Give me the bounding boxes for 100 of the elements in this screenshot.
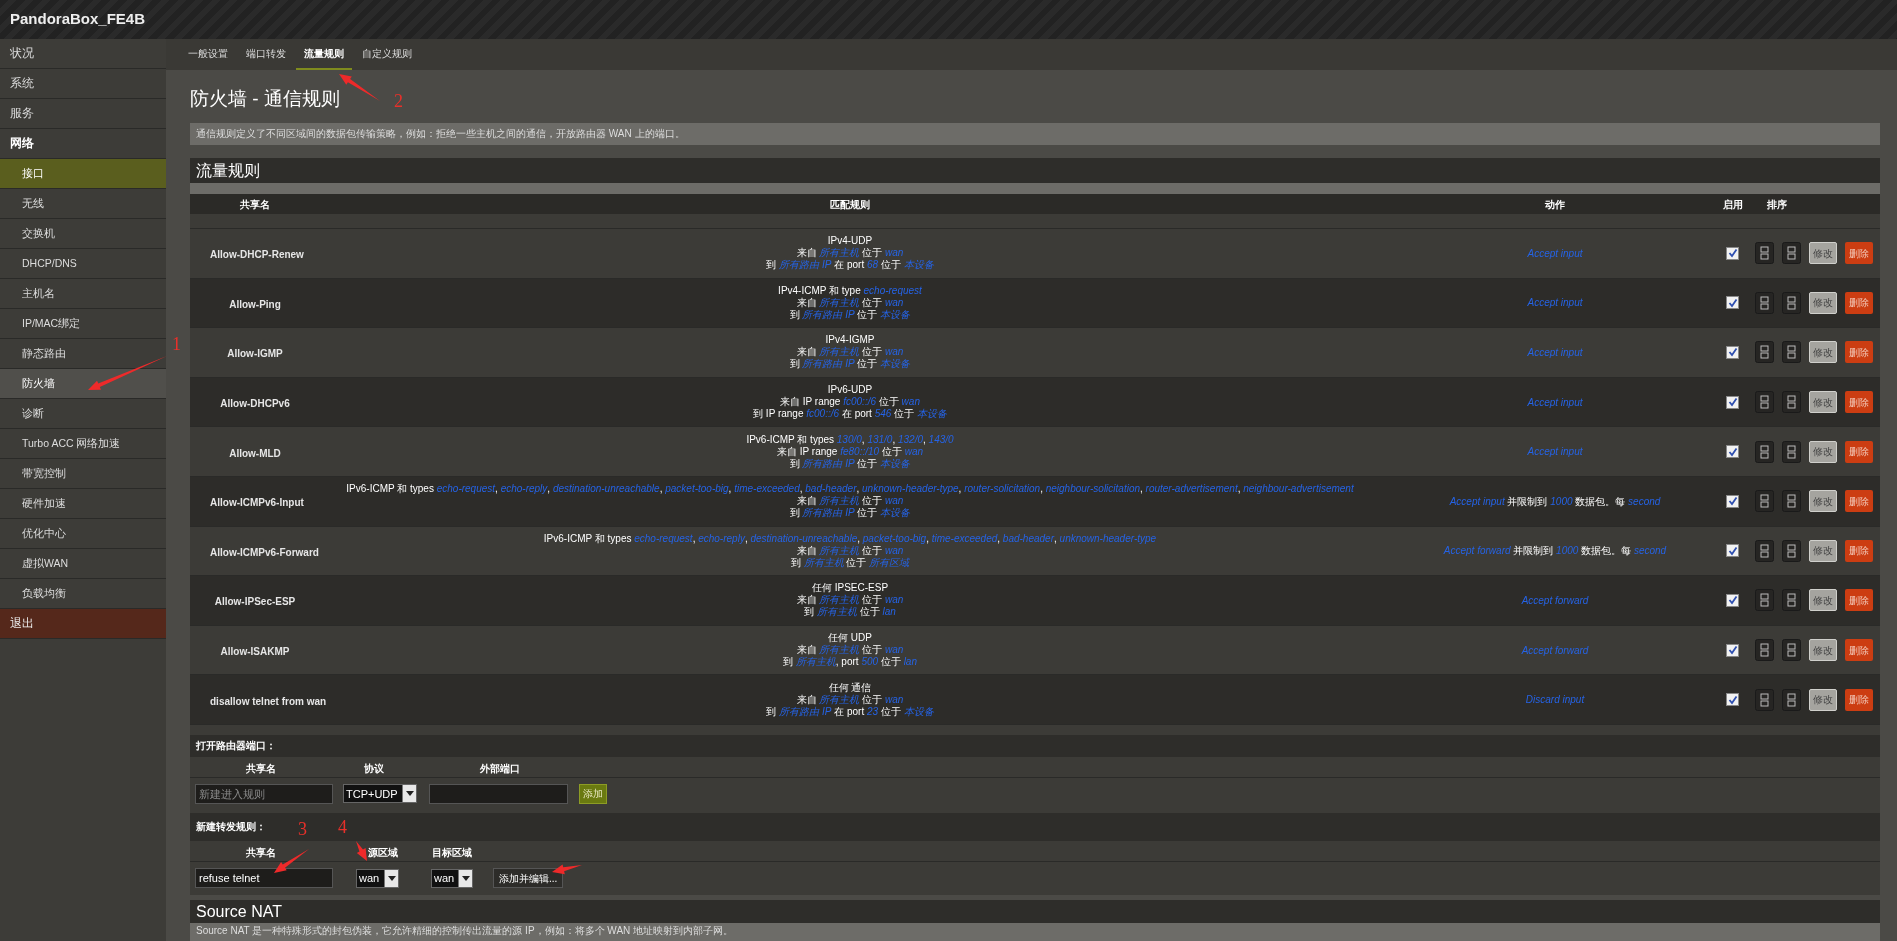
rule-name: Allow-Ping — [229, 298, 281, 310]
checkbox[interactable] — [1726, 494, 1739, 508]
match-rule-line: 到 所有主机, port 500 位于 lan — [783, 656, 917, 669]
move-down-icon[interactable] — [1782, 589, 1801, 612]
column-header: 共享名 — [246, 761, 276, 776]
rule-name: Allow-DHCP-Renew — [210, 249, 304, 261]
match-rule-line: 来自 所有主机 位于 wan — [796, 346, 904, 359]
tab[interactable]: 端口转发 — [238, 39, 294, 70]
action-text: Accept forward — [1521, 643, 1589, 658]
match-rule-line: IPv6-ICMP 和 types 130/0, 131/0, 132/0, 143/0 — [746, 433, 954, 446]
checkbox[interactable] — [1726, 445, 1739, 459]
match-rule-line: 来自 所有主机 位于 wan — [796, 693, 904, 706]
rule-name: disallow telnet from wan — [210, 695, 327, 707]
checkbox[interactable] — [1726, 643, 1739, 657]
match-rule-line: IPv6-UDP — [827, 384, 873, 397]
add-button[interactable]: 添加 — [579, 783, 607, 804]
move-down-icon[interactable] — [1782, 341, 1801, 364]
match-rule-line: 来自 所有主机 位于 wan — [796, 544, 904, 557]
move-up-icon[interactable] — [1755, 688, 1774, 711]
edit-button[interactable]: 修改 — [1809, 242, 1837, 265]
move-down-icon[interactable] — [1782, 291, 1801, 314]
add-and-edit-button[interactable]: 添加并编辑... — [493, 868, 564, 889]
port-input-field[interactable] — [429, 783, 568, 804]
column-header: 协议 — [364, 761, 384, 776]
move-up-icon[interactable] — [1755, 291, 1774, 314]
match-rule-line: IPv4-UDP — [827, 235, 873, 247]
form-title: 新建转发规则： — [196, 820, 266, 835]
column-header: 共享名 — [246, 845, 276, 860]
dropdown[interactable]: wan — [431, 868, 473, 888]
move-up-icon[interactable] — [1755, 391, 1774, 414]
annotation-number: 4 — [338, 818, 347, 836]
checkbox[interactable] — [1726, 346, 1739, 359]
section-title: 流量规则 — [190, 158, 1880, 183]
dropdown[interactable]: TCP+UDP — [343, 784, 417, 804]
app-title: PandoraBox_FE4B — [10, 9, 146, 30]
move-up-icon[interactable] — [1755, 639, 1774, 662]
checkbox[interactable] — [1726, 693, 1739, 707]
match-rule-line: 来自 所有主机 位于 wan — [796, 594, 904, 606]
tab[interactable]: 流量规则 — [296, 39, 352, 70]
checkbox[interactable] — [1726, 296, 1739, 310]
dropdown[interactable]: wan — [356, 868, 399, 888]
edit-button[interactable]: 修改 — [1809, 440, 1837, 463]
edit-button[interactable]: 修改 — [1809, 490, 1837, 513]
tab[interactable]: 一般设置 — [180, 39, 236, 70]
move-up-icon[interactable] — [1755, 589, 1774, 612]
edit-button[interactable]: 修改 — [1809, 391, 1837, 414]
edit-button[interactable]: 修改 — [1809, 539, 1837, 562]
move-down-icon[interactable] — [1782, 490, 1801, 513]
edit-button[interactable]: 修改 — [1809, 688, 1837, 711]
column-header: 启用 — [1722, 198, 1743, 210]
action-text: Accept input — [1527, 346, 1583, 360]
action-text: Accept input — [1527, 246, 1583, 261]
move-down-icon[interactable] — [1782, 639, 1801, 662]
checkbox[interactable] — [1726, 395, 1739, 409]
annotation-number: 2 — [394, 92, 403, 110]
match-rule-line: 到 所有路由 IP 在 port 23 位于 本设备 — [766, 705, 934, 718]
checkbox[interactable] — [1726, 246, 1739, 260]
action-text: Accept input 并限制到 1000 数据包。每 second — [1449, 494, 1661, 509]
match-rule-line: 来自 所有主机 位于 wan — [796, 495, 904, 508]
match-rule-line: IPv6-ICMP 和 types echo-request, echo-reply, destination-unreachable, packet-too-big, time-exceeded, bad-header, unknown-header-type, router-solicitation, neighbour-solicitation, router-advertisement, neighbour-advertisement — [346, 483, 1354, 495]
move-up-icon[interactable] — [1755, 341, 1774, 364]
action-text: Accept forward 并限制到 1000 数据包。每 second — [1443, 544, 1667, 559]
caret-icon — [402, 785, 416, 803]
edit-button[interactable]: 修改 — [1809, 639, 1837, 662]
match-rule-line: 任何 通信 — [828, 681, 872, 694]
move-up-icon[interactable] — [1755, 539, 1774, 562]
sidebar-item[interactable]: 防火墙 — [0, 369, 166, 399]
move-down-icon[interactable] — [1782, 539, 1801, 562]
match-rule-line: IPv6-ICMP 和 types echo-request, echo-reply, destination-unreachable, packet-too-big, time-exceeded, bad-header, unknown-header-type — [543, 532, 1157, 545]
move-up-icon[interactable] — [1755, 242, 1774, 265]
move-up-icon[interactable] — [1755, 490, 1774, 513]
annotation-number: 3 — [298, 820, 307, 838]
checkbox[interactable] — [1726, 544, 1739, 558]
sidebar-item[interactable]: 退出 — [0, 609, 166, 639]
sidebar-item[interactable]: 接口 — [0, 159, 166, 189]
move-down-icon[interactable] — [1782, 391, 1801, 414]
match-rule-line: 到 所有主机 位于 lan — [804, 606, 896, 619]
move-down-icon[interactable] — [1782, 242, 1801, 265]
rule-name: Allow-ICMPv6-Forward — [210, 546, 319, 558]
move-down-icon[interactable] — [1782, 440, 1801, 463]
edit-button[interactable]: 修改 — [1809, 291, 1837, 314]
caret-icon — [458, 869, 472, 887]
rule-name: Allow-ISAKMP — [220, 646, 290, 658]
action-text: Discard input — [1525, 693, 1585, 708]
name-input-field[interactable]: 新建进入规则 — [195, 783, 333, 804]
name-input-field[interactable]: refuse telnet — [195, 868, 333, 889]
move-down-icon[interactable] — [1782, 688, 1801, 711]
checkbox[interactable] — [1726, 593, 1739, 607]
move-up-icon[interactable] — [1755, 440, 1774, 463]
match-rule-line: 任何 UDP — [828, 632, 872, 644]
column-header: 源区域 — [368, 845, 398, 860]
match-rule-line: 到 所有路由 IP 位于 本设备 — [789, 308, 911, 321]
action-text: Accept input — [1527, 445, 1583, 460]
edit-button[interactable]: 修改 — [1809, 589, 1837, 612]
tab[interactable]: 自定义规则 — [354, 39, 420, 70]
match-rule-line: 来自 IP range fc00::/6 位于 wan — [780, 396, 920, 409]
match-rule-line: 到 所有路由 IP 位于 本设备 — [789, 507, 911, 520]
match-rule-line: IPv4-ICMP 和 type echo-request — [778, 284, 922, 297]
edit-button[interactable]: 修改 — [1809, 341, 1837, 364]
column-header: 匹配规则 — [830, 198, 870, 210]
